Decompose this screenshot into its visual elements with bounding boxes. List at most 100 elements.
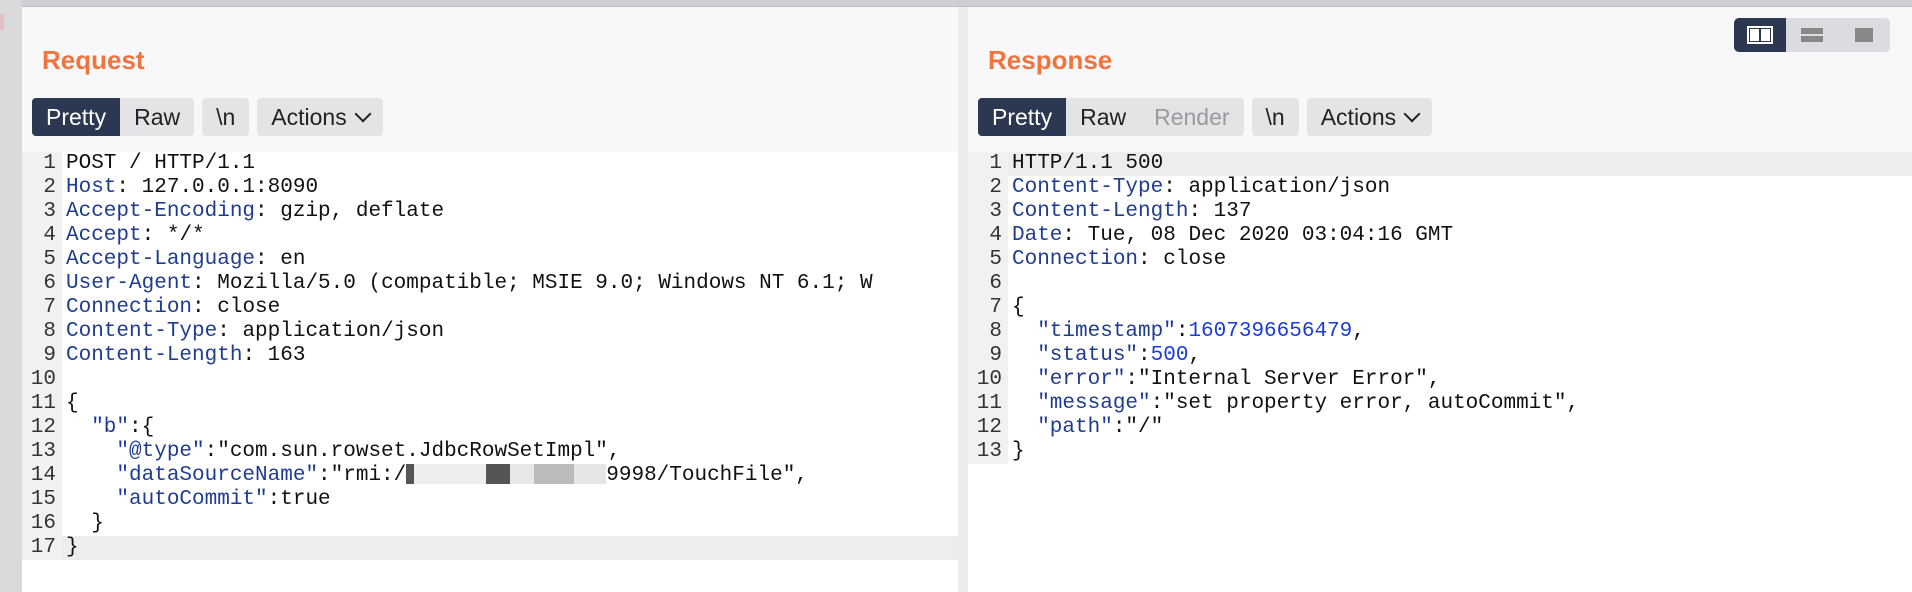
header-name: Content-Length [1012,200,1189,223]
line-number: 12 [22,416,62,440]
request-tab-pretty[interactable]: Pretty [32,98,121,136]
line-number: 12 [968,416,1008,440]
request-view-tabs: Pretty Raw [32,98,195,136]
line-number: 5 [968,248,1008,272]
header-value: en [267,248,306,271]
code-line: 1 HTTP/1.1 500 [968,152,1912,176]
json-value: 9998/TouchFile", [606,464,808,487]
json-number: 500 [1150,344,1189,367]
code-text: Content-Length: 163 [62,344,305,368]
header-value: application/json [1175,176,1391,199]
response-tab-raw[interactable]: Raw [1066,98,1141,136]
response-editor[interactable]: 1 HTTP/1.1 500 2 Content-Type: application/… [968,152,1912,592]
pane-divider[interactable] [958,7,968,592]
json-value: :"/" [1112,416,1164,439]
header-value: Mozilla/5.0 (compatible; MSIE 9.0; Windo… [204,272,873,295]
response-actions-button[interactable]: Actions [1306,98,1433,136]
code-line: 5 Connection: close [968,248,1912,272]
header-name: Connection [1012,248,1139,271]
code-line: 4 Accept: */* [22,224,958,248]
line-number: 15 [22,488,62,512]
code-line: 2 Host: 127.0.0.1:8090 [22,176,958,200]
line-number: 1 [968,152,1008,176]
json-value: :true [267,488,331,511]
line-number: 1 [22,152,62,176]
header-name: Content-Type [1012,176,1164,199]
json-key: "message" [1012,392,1151,415]
response-view-tabs: Pretty Raw Render [978,98,1244,136]
request-newline-toggle[interactable]: \n [202,98,250,136]
header-name: Accept-Encoding [66,200,256,223]
header-name: Connection [66,296,193,319]
code-text: Content-Type: application/json [1008,176,1390,200]
split-horizontal-icon[interactable] [1786,18,1838,52]
code-line: 5 Accept-Language: en [22,248,958,272]
request-tab-raw[interactable]: Raw [120,98,195,136]
code-text: "path":"/" [1008,416,1163,440]
code-text: "@type":"com.sun.rowset.JdbcRowSetImpl", [62,440,621,464]
json-value: :"set property error, autoCommit", [1150,392,1580,415]
line-number: 11 [968,392,1008,416]
json-number: 1607396656479 [1188,320,1353,343]
single-pane-icon[interactable] [1838,18,1890,52]
header-separator: : [1138,248,1151,271]
code-text: "message":"set property error, autoCommi… [1008,392,1579,416]
line-number: 16 [22,512,62,536]
request-toolbar: Pretty Raw \n Actions [32,97,383,137]
json-value: : [1138,344,1151,367]
request-title: Request [42,45,145,75]
header-name: Accept [66,224,142,247]
code-line: 13} [968,440,1912,464]
json-key: "timestamp" [1012,320,1176,343]
response-panel: Response Pretty Raw Render \n Actions 1H… [968,7,1912,592]
header-name: Content-Type [66,320,218,343]
plain-text: POST / HTTP/1.1 [66,152,256,175]
code-line: 15 "autoCommit":true [22,488,958,512]
code-line: 17} [22,536,958,560]
json-key: "path" [1012,416,1113,439]
code-line: 6 User-Agent: Mozilla/5.0 (compatible; MS… [22,272,958,296]
code-text: Date: Tue, 08 Dec 2020 03:04:16 GMT [1008,224,1453,248]
header-separator: : [192,296,205,319]
header-name: Content-Length [66,344,243,367]
code-line: 13 "@type":"com.sun.rowset.JdbcRowSetImp… [22,440,958,464]
code-text: Host: 127.0.0.1:8090 [62,176,318,200]
line-number: 10 [968,368,1008,392]
code-line: 7 Connection: close [22,296,958,320]
header-separator: : [255,200,268,223]
code-line: 8 "timestamp":1607396656479, [968,320,1912,344]
json-key: "@type" [66,440,205,463]
header-value: application/json [229,320,445,343]
line-number: 11 [22,392,62,416]
request-actions-button[interactable]: Actions [257,98,383,136]
header-separator: : [1062,224,1076,247]
code-text: Content-Type: application/json [62,320,444,344]
code-text: "timestamp":1607396656479, [1008,320,1365,344]
line-number: 8 [22,320,62,344]
code-line: 6 [968,272,1912,296]
json-value: :"com.sun.rowset.JdbcRowSetImpl", [204,440,621,463]
header-value: close [204,296,281,319]
line-number: 3 [22,200,62,224]
code-line: 2 Content-Type: application/json [968,176,1912,200]
response-tab-pretty[interactable]: Pretty [978,98,1067,136]
line-number: 4 [22,224,62,248]
code-line: 3 Content-Length: 137 [968,200,1912,224]
code-line: 12 "b":{ [22,416,958,440]
json-key: "error" [1012,368,1126,391]
response-tab-render[interactable]: Render [1140,98,1244,136]
json-key: "dataSourceName" [66,464,319,487]
header-separator: : [1163,176,1176,199]
line-number: 4 [968,224,1008,248]
request-editor[interactable]: 1 POST / HTTP/1.1 2 Host: 127.0.0.1:8090 3 Ac… [22,152,958,592]
code-text: POST / HTTP/1.1 [62,152,255,176]
header-name: Host [66,176,117,199]
header-value: 163 [255,344,306,367]
code-text: } [62,536,79,560]
split-vertical-icon[interactable] [1734,18,1786,52]
line-number: 8 [968,320,1008,344]
response-newline-toggle[interactable]: \n [1251,98,1299,136]
code-text: Accept-Encoding: gzip, deflate [62,200,444,224]
line-number: 9 [968,344,1008,368]
